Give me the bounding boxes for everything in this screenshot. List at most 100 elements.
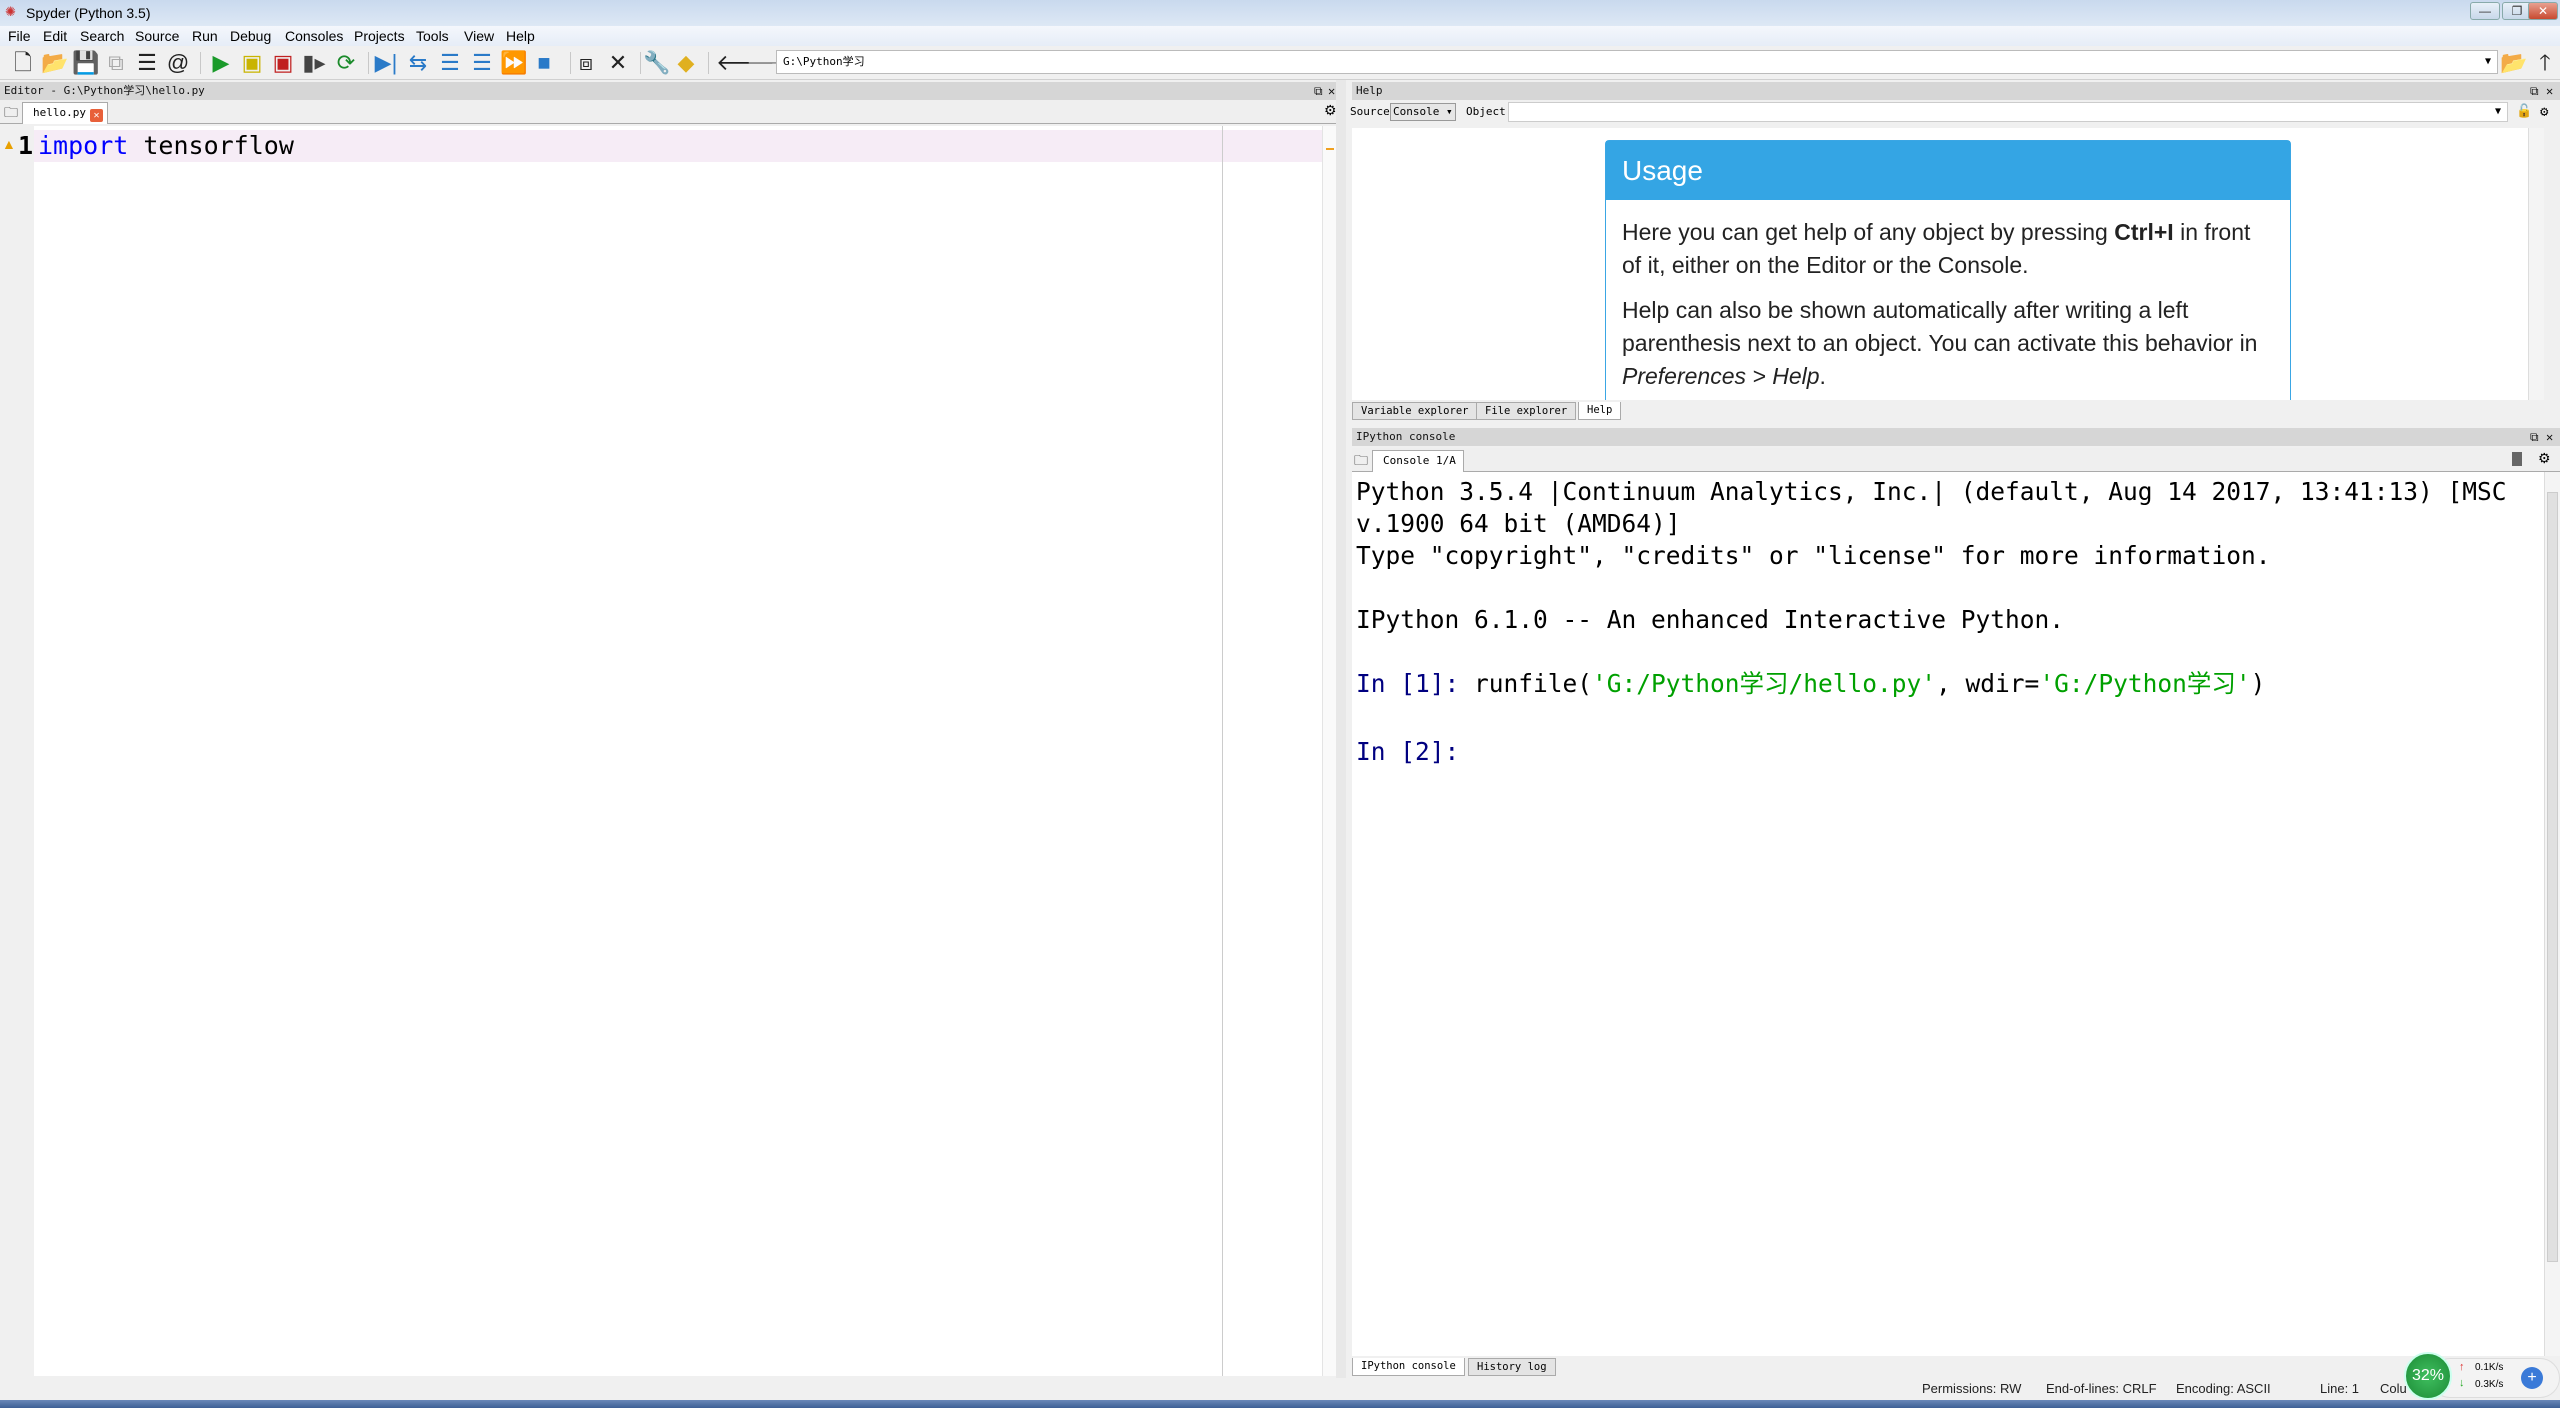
parent-directory-icon[interactable]: 🡑 <box>2532 50 2558 76</box>
help-scrollbar[interactable] <box>2528 128 2544 400</box>
plus-icon[interactable]: + <box>2521 1367 2543 1389</box>
save-file-icon[interactable]: 💾 <box>72 50 99 76</box>
menu-file[interactable]: File <box>8 26 31 46</box>
browse-tabs-icon[interactable]: 🗀 <box>1354 450 1368 474</box>
eol-status: End-of-lines: CRLF <box>2046 1381 2157 1396</box>
console-banner: v.1900 64 bit (AMD64)] <box>1356 509 1681 538</box>
menu-debug[interactable]: Debug <box>230 26 271 46</box>
tab-file-explorer[interactable]: File explorer <box>1476 402 1577 420</box>
minimize-button[interactable]: — <box>2470 2 2500 20</box>
menu-tools[interactable]: Tools <box>416 26 449 46</box>
code-text: tensorflow <box>128 131 294 160</box>
chevron-down-icon[interactable]: ▼ <box>2495 103 2501 121</box>
toolbar: 🗋 📂 💾 ⧉ ☰ @ ▶ ▣ ▣ ▮▸ ⟳ ▶| ⇆ ☰ ☰ ⏩ ■ ⧈ ✕ … <box>0 46 2560 80</box>
menu-view[interactable]: View <box>464 26 494 46</box>
tab-variable-explorer[interactable]: Variable explorer <box>1352 402 1478 420</box>
code-text: runfile( <box>1474 669 1593 698</box>
lock-icon[interactable]: 🔓 <box>2516 100 2532 124</box>
debug-step-return-icon[interactable]: ☰ <box>469 50 495 76</box>
close-pane-icon[interactable]: ✕ <box>2546 82 2553 100</box>
debug-icon[interactable]: ▶| <box>373 50 399 76</box>
ipython-console[interactable]: Python 3.5.4 |Continuum Analytics, Inc.|… <box>1352 472 2560 1356</box>
fullscreen-icon[interactable]: ✕ <box>605 50 631 76</box>
debug-stop-icon[interactable]: ■ <box>531 50 557 76</box>
menu-help[interactable]: Help <box>506 26 535 46</box>
maximize-pane-icon[interactable]: ⧈ <box>573 50 599 76</box>
console-scrollbar[interactable] <box>2544 472 2560 1356</box>
editor-scrollbar[interactable] <box>1322 126 1336 1376</box>
menu-edit[interactable]: Edit <box>43 26 67 46</box>
python-path-icon[interactable]: ◆ <box>673 50 699 76</box>
debug-continue-icon[interactable]: ⏩ <box>500 50 527 76</box>
console-banner: Python 3.5.4 |Continuum Analytics, Inc.|… <box>1356 477 2507 506</box>
chevron-down-icon[interactable]: ▼ <box>2485 51 2491 73</box>
run-cell-advance-icon[interactable]: ▣ <box>270 50 296 76</box>
tab-hello-py[interactable]: hello.py ✕ <box>22 102 108 124</box>
toolbar-separator <box>200 52 201 74</box>
outline-icon[interactable]: ☰ <box>134 50 160 76</box>
close-tab-icon[interactable]: ✕ <box>89 109 103 122</box>
scrollbar-thumb[interactable] <box>2547 492 2558 1262</box>
code-text: , wdir= <box>1936 669 2040 698</box>
close-pane-icon[interactable]: ✕ <box>2546 428 2553 446</box>
menu-run[interactable]: Run <box>192 26 218 46</box>
line-number-gutter <box>0 126 34 1376</box>
shortcut-text: Ctrl+I <box>2114 219 2174 245</box>
spyder-logo-icon: ✺ <box>5 4 16 19</box>
usage-text: Help can also be shown automatically aft… <box>1622 297 2258 356</box>
menu-search[interactable]: Search <box>80 26 124 46</box>
gear-icon[interactable]: ⚙ <box>2540 100 2548 124</box>
run-cell-icon[interactable]: ▣ <box>239 50 265 76</box>
help-viewer: Usage Here you can get help of any objec… <box>1352 128 2544 400</box>
tab-help[interactable]: Help <box>1578 402 1622 420</box>
undock-icon[interactable]: ⧉ <box>2530 82 2539 100</box>
run-selection-icon[interactable]: ▮▸ <box>301 50 327 76</box>
rerun-icon[interactable]: ⟳ <box>333 50 359 76</box>
tab-history-log[interactable]: History log <box>1468 1358 1556 1376</box>
editor-pane-header: Editor - G:\Python学习\hello.py ⧉ ✕ <box>0 82 1340 100</box>
warning-icon[interactable]: ▲ <box>2 136 16 152</box>
menu-source[interactable]: Source <box>135 26 179 46</box>
stop-kernel-icon[interactable] <box>2512 452 2522 466</box>
save-all-icon[interactable]: ⧉ <box>103 50 129 76</box>
pane-splitter[interactable] <box>1336 80 1346 1378</box>
working-directory-value: G:\Python学习 <box>783 55 865 68</box>
object-input[interactable]: ▼ <box>1508 102 2508 122</box>
new-file-icon[interactable]: 🗋 <box>10 50 36 76</box>
browse-folder-icon[interactable]: 📂 <box>2500 50 2527 76</box>
browse-tabs-icon[interactable]: 🗀 <box>4 102 18 126</box>
status-bar: Permissions: RW End-of-lines: CRLF Encod… <box>0 1378 2560 1400</box>
code-editor[interactable]: ▲ 1 import tensorflow <box>0 126 1336 1376</box>
toolbar-separator <box>640 52 641 74</box>
permissions-status: Permissions: RW <box>1922 1381 2022 1396</box>
forward-arrow-icon[interactable]: 🡒 <box>746 50 805 76</box>
editor-tab-bar: 🗀 hello.py ✕ ⚙ <box>0 100 1340 124</box>
usage-card: Usage Here you can get help of any objec… <box>1605 140 2291 400</box>
run-icon[interactable]: ▶ <box>208 50 234 76</box>
tab-ipython-console[interactable]: IPython console <box>1352 1358 1465 1376</box>
debug-step-icon[interactable]: ⇆ <box>405 50 431 76</box>
usage-paragraph: Here you can get help of any object by p… <box>1606 216 2290 282</box>
code-text: ) <box>2250 669 2266 698</box>
close-window-button[interactable]: ✕ <box>2528 2 2558 20</box>
upload-arrow-icon: ↑ <box>2459 1361 2465 1373</box>
undock-icon[interactable]: ⧉ <box>2530 428 2539 446</box>
debug-step-into-icon[interactable]: ☰ <box>437 50 463 76</box>
menu-consoles[interactable]: Consoles <box>285 26 343 46</box>
working-directory-input[interactable]: G:\Python学习 ▼ <box>776 50 2498 74</box>
cpu-usage-gauge[interactable]: 32% <box>2404 1352 2452 1400</box>
download-speed: 0.3K/s <box>2475 1379 2504 1390</box>
at-symbol-icon[interactable]: @ <box>165 50 191 76</box>
close-pane-icon[interactable]: ✕ <box>1328 82 1335 100</box>
tab-console-1[interactable]: Console 1/A✕ <box>1372 450 1464 490</box>
preferences-wrench-icon[interactable]: 🔧 <box>643 50 670 76</box>
open-file-icon[interactable]: 📂 <box>41 50 68 76</box>
source-select[interactable]: Console ▾ <box>1390 103 1456 121</box>
gear-icon[interactable]: ⚙ <box>1324 102 1337 119</box>
usage-text: Here you can get help of any object by p… <box>1622 219 2115 245</box>
back-arrow-icon[interactable]: 🡐 <box>716 50 775 76</box>
gear-icon[interactable]: ⚙ <box>2538 450 2551 467</box>
code-line: import tensorflow <box>38 130 294 162</box>
undock-icon[interactable]: ⧉ <box>1314 82 1323 100</box>
menu-projects[interactable]: Projects <box>354 26 405 46</box>
